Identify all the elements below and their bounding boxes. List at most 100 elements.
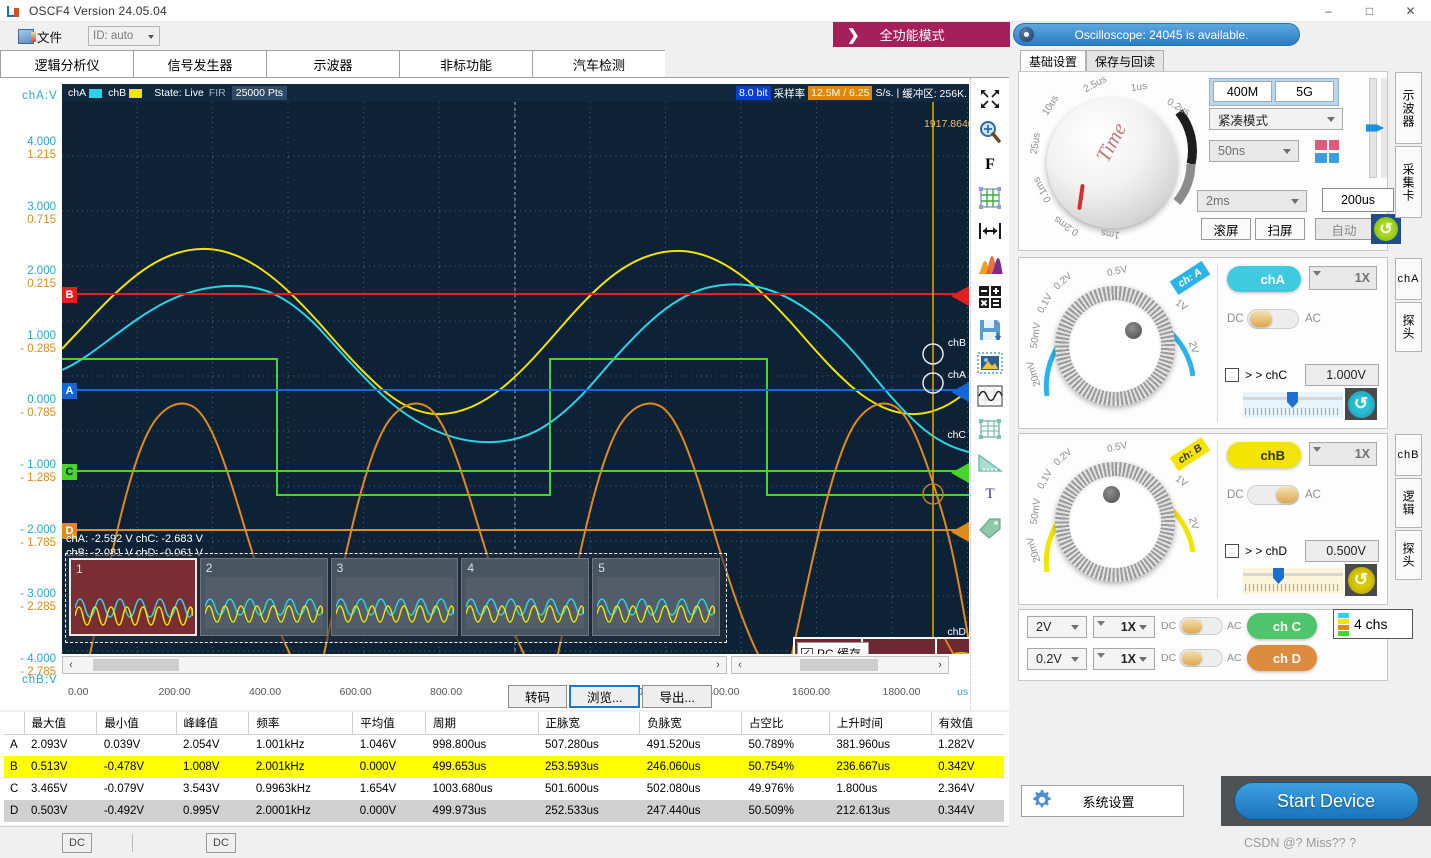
- chb-legend[interactable]: chB: [108, 87, 143, 99]
- chd-range-dropdown[interactable]: 0.2V: [1027, 648, 1087, 670]
- cha-value-field[interactable]: 1.000V: [1305, 364, 1379, 386]
- cha-enable-button[interactable]: chA: [1227, 266, 1301, 292]
- cursor-badge-c[interactable]: C: [62, 464, 77, 480]
- waveform-icon[interactable]: [973, 379, 1007, 412]
- tab-oscilloscope[interactable]: 示波器: [266, 50, 399, 78]
- chb-link-chd-row[interactable]: > > chD: [1225, 544, 1287, 558]
- thumbnail-item[interactable]: 3: [330, 558, 459, 636]
- chd-coupling-toggle[interactable]: [1179, 649, 1223, 667]
- tab-logic-analyzer[interactable]: 逻辑分析仪: [0, 50, 133, 78]
- time-knob[interactable]: Time 2.5us 1us 0.2us 10us 25us 0.1ms 0.2…: [1027, 74, 1209, 244]
- table-icon[interactable]: [973, 412, 1007, 445]
- start-device-button[interactable]: Start Device: [1233, 782, 1419, 820]
- cursor-marker-a-right[interactable]: [951, 382, 969, 402]
- pc-cache-checkbox[interactable]: ✓ PC 缓存: [797, 642, 870, 654]
- cha-reset-button[interactable]: ↺: [1345, 388, 1377, 420]
- scrollbar-track[interactable]: [79, 657, 710, 673]
- chc-enable-button[interactable]: ch C: [1247, 613, 1317, 639]
- device-status-banner[interactable]: Oscilloscope: 24045 is available.: [1013, 23, 1300, 46]
- status-dc-button-1[interactable]: DC: [62, 832, 92, 853]
- thumbnail-item[interactable]: 1: [69, 558, 197, 636]
- tab-basic-settings[interactable]: 基础设置: [1020, 50, 1087, 71]
- cha-link-chc-row[interactable]: > > chC: [1225, 368, 1287, 382]
- thumbnail-item[interactable]: 2: [199, 558, 328, 636]
- chc-coupling-toggle[interactable]: [1179, 617, 1223, 635]
- tab-automotive[interactable]: 汽车检测: [532, 50, 665, 78]
- checkbox-icon[interactable]: [1225, 368, 1239, 382]
- tag-icon[interactable]: [973, 511, 1007, 544]
- vtab-chb[interactable]: chB: [1395, 434, 1422, 476]
- chb-offset-handle[interactable]: [1273, 568, 1284, 584]
- samplerate-field[interactable]: 5G: [1275, 81, 1334, 102]
- minimize-button[interactable]: –: [1308, 0, 1349, 22]
- channel-count-badge[interactable]: 4 chs: [1333, 609, 1413, 639]
- cha-offset-slider[interactable]: [1243, 392, 1343, 418]
- vtab-oscilloscope[interactable]: 示波器: [1395, 72, 1422, 144]
- chc-probe-dropdown[interactable]: 1X: [1093, 616, 1155, 638]
- trigger-pattern-icon[interactable]: [1313, 138, 1343, 166]
- scroll-right-icon[interactable]: ›: [932, 659, 948, 671]
- chb-reset-button[interactable]: ↺: [1345, 564, 1377, 596]
- thumbnail-item[interactable]: 4: [461, 558, 590, 636]
- scroll-left-icon[interactable]: ‹: [732, 659, 748, 671]
- scan-mode-button[interactable]: 扫屏: [1255, 218, 1305, 240]
- grid-icon[interactable]: [973, 181, 1007, 214]
- chb-coupling-toggle[interactable]: [1247, 485, 1299, 505]
- table-row[interactable]: D 0.503V -0.492V 0.995V 2.0001kHz 0.000V…: [4, 800, 1004, 822]
- maximize-button[interactable]: □: [1349, 0, 1390, 22]
- roll-mode-button[interactable]: 滚屏: [1201, 218, 1251, 240]
- checkbox-icon[interactable]: [1225, 544, 1239, 558]
- chd-enable-button[interactable]: ch D: [1247, 645, 1317, 671]
- horizontal-scrollbar-cache[interactable]: ‹ ›: [731, 656, 949, 674]
- tab-nonstandard[interactable]: 非标功能: [399, 50, 532, 78]
- chb-enable-button[interactable]: chB: [1227, 442, 1301, 468]
- scroll-right-icon[interactable]: ›: [710, 659, 726, 671]
- chb-probe-field[interactable]: 1X: [1309, 442, 1377, 466]
- bandwidth-field[interactable]: 400M: [1213, 81, 1272, 102]
- timebase-value-field[interactable]: 200us: [1322, 188, 1394, 212]
- image-export-icon[interactable]: [973, 346, 1007, 379]
- waveform-plot[interactable]: chA chB State: Live FIR 25000 Pts 8.0 bi…: [62, 84, 969, 654]
- mode-dropdown[interactable]: 紧凑模式: [1209, 108, 1343, 130]
- ruler-icon[interactable]: [973, 445, 1007, 478]
- histogram-icon[interactable]: [973, 247, 1007, 280]
- tab-signal-generator[interactable]: 信号发生器: [133, 50, 266, 78]
- timebase-small-dropdown[interactable]: 50ns: [1209, 140, 1299, 162]
- cha-offset-handle[interactable]: [1287, 392, 1298, 408]
- scrollbar-thumb[interactable]: [800, 659, 878, 671]
- export-button[interactable]: 导出...: [642, 685, 712, 708]
- text-tool-icon[interactable]: T: [973, 478, 1007, 511]
- cursor-marker-c-right[interactable]: [951, 463, 969, 483]
- table-row[interactable]: B 0.513V -0.478V 1.008V 2.001kHz 0.000V …: [4, 756, 1004, 778]
- table-row[interactable]: A 2.093V 0.039V 2.054V 1.001kHz 1.046V 9…: [4, 734, 1004, 756]
- scrollbar-thumb[interactable]: [93, 659, 179, 671]
- timebase-large-dropdown[interactable]: 2ms: [1197, 190, 1307, 212]
- vtab-capture-card[interactable]: 采集卡: [1395, 146, 1422, 218]
- chb-value-field[interactable]: 0.500V: [1305, 540, 1379, 562]
- measure-width-icon[interactable]: [973, 214, 1007, 247]
- thumbnail-item[interactable]: 5: [592, 558, 720, 636]
- cursor-badge-b[interactable]: B: [62, 287, 77, 303]
- expand-arrows-icon[interactable]: [973, 82, 1007, 115]
- zoom-in-icon[interactable]: [973, 115, 1007, 148]
- chc-range-dropdown[interactable]: 2V: [1027, 616, 1087, 638]
- cursor-marker-b-right[interactable]: [951, 286, 969, 306]
- cursor-marker-d-right[interactable]: [951, 522, 969, 542]
- full-function-mode-button[interactable]: ❯ 全功能模式: [833, 22, 1010, 47]
- cha-legend[interactable]: chA: [68, 87, 103, 99]
- cha-probe-field[interactable]: 1X: [1309, 266, 1377, 290]
- transcode-button[interactable]: 转码: [508, 685, 568, 708]
- f-marker-icon[interactable]: F: [973, 148, 1007, 181]
- vtab-cha[interactable]: chA: [1395, 258, 1422, 300]
- cursor-badge-a[interactable]: A: [62, 383, 77, 399]
- vtab-logic[interactable]: 逻辑: [1395, 478, 1422, 528]
- cha-coupling-toggle[interactable]: [1247, 309, 1299, 329]
- save-icon[interactable]: [973, 313, 1007, 346]
- status-dc-button-2[interactable]: DC: [206, 832, 236, 853]
- vtab-probe-b[interactable]: 探头: [1395, 530, 1422, 580]
- file-menu-button[interactable]: 文件: [14, 25, 66, 48]
- close-button[interactable]: ✕: [1390, 0, 1431, 22]
- system-settings-button[interactable]: 系统设置: [1021, 785, 1184, 817]
- horizontal-scrollbar-main[interactable]: ‹ ›: [62, 656, 727, 674]
- cha-volt-knob[interactable]: ch: A 0.2V 0.5V 0.1V 1V 50mV 2V 20mV: [1025, 260, 1215, 424]
